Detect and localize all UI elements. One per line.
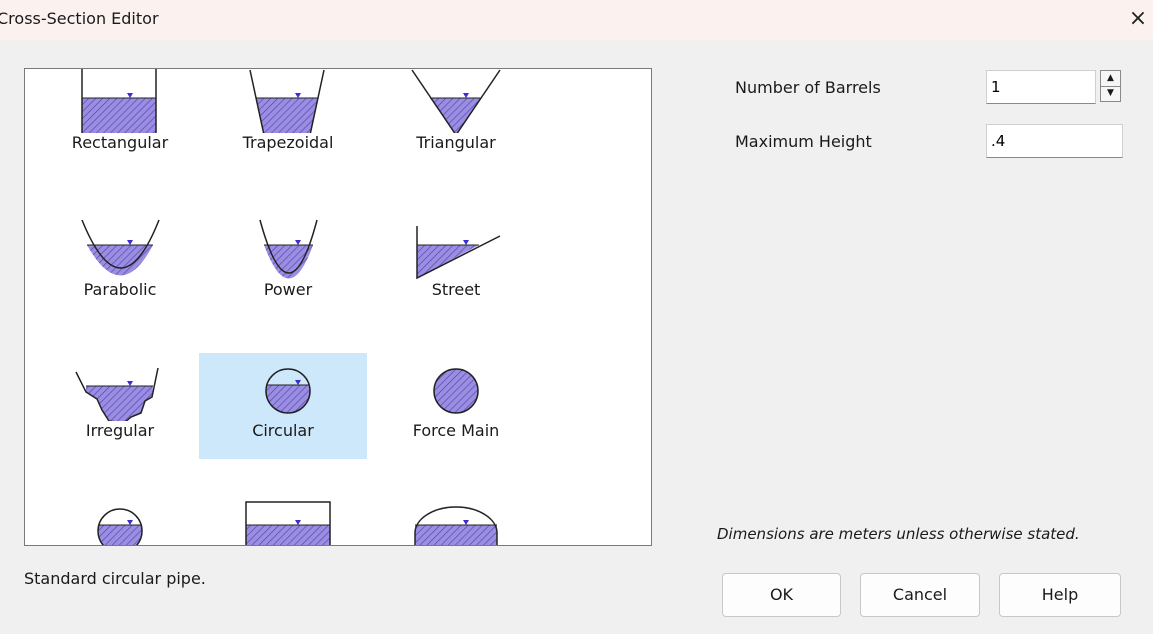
shape-label: Circular [252, 421, 314, 440]
shape-label: Force Main [412, 421, 500, 440]
power-icon [259, 219, 318, 279]
title-bar: Cross-Section Editor × [0, 0, 1153, 40]
units-note: Dimensions are meters unless otherwise s… [717, 525, 1080, 543]
barrels-spinner[interactable]: ▲ ▼ [1100, 70, 1121, 102]
max-height-input[interactable] [986, 124, 1123, 158]
force-main-icon [433, 368, 479, 414]
spin-up-icon[interactable]: ▲ [1101, 71, 1120, 87]
shape-rectangular[interactable]: Rectangular [36, 69, 204, 171]
close-icon[interactable]: × [1123, 2, 1153, 36]
filled-circular-icon [97, 508, 143, 545]
barrels-label: Number of Barrels [735, 78, 881, 97]
shape-triangular[interactable]: Triangular [372, 69, 540, 171]
shape-label: Trapezoidal [242, 133, 334, 152]
shape-trapezoidal[interactable]: Trapezoidal [204, 69, 372, 171]
irregular-icon [75, 367, 159, 421]
shape-filled-circular[interactable] [36, 493, 204, 545]
help-button[interactable]: Help [999, 573, 1121, 617]
spin-down-icon[interactable]: ▼ [1101, 86, 1120, 101]
rect-closed-icon [245, 501, 331, 545]
shape-rect-closed[interactable] [204, 493, 372, 545]
barrels-input[interactable] [986, 70, 1096, 104]
circular-icon [265, 368, 311, 414]
shape-label: Parabolic [83, 280, 157, 299]
shape-parabolic[interactable]: Parabolic [36, 212, 204, 318]
ok-button[interactable]: OK [722, 573, 841, 617]
shape-list[interactable]: Rectangular Trapezoidal Triangular Parab… [24, 68, 652, 546]
rectangular-icon [81, 69, 157, 133]
shape-label: Triangular [416, 133, 496, 152]
shape-label: Rectangular [71, 133, 169, 152]
shape-label: Irregular [85, 421, 155, 440]
trapezoidal-icon [249, 69, 325, 133]
shape-circular[interactable]: Circular [199, 353, 367, 459]
window-title: Cross-Section Editor [0, 9, 159, 28]
parabolic-icon [81, 219, 160, 276]
height-label: Maximum Height [735, 132, 872, 151]
street-icon [416, 226, 501, 280]
horizontal-ellipse-icon [414, 506, 498, 545]
shape-irregular[interactable]: Irregular [36, 353, 204, 459]
shape-power[interactable]: Power [204, 212, 372, 318]
shape-horizontal-ellipse[interactable] [372, 493, 540, 545]
shape-description: Standard circular pipe. [24, 569, 206, 588]
shape-force-main[interactable]: Force Main [372, 353, 540, 459]
shape-label: Power [263, 280, 313, 299]
shape-street[interactable]: Street [372, 212, 540, 318]
triangular-icon [411, 69, 501, 133]
cancel-button[interactable]: Cancel [860, 573, 980, 617]
shape-label: Street [431, 280, 481, 299]
shape-list-scrollbar[interactable] [651, 69, 652, 545]
